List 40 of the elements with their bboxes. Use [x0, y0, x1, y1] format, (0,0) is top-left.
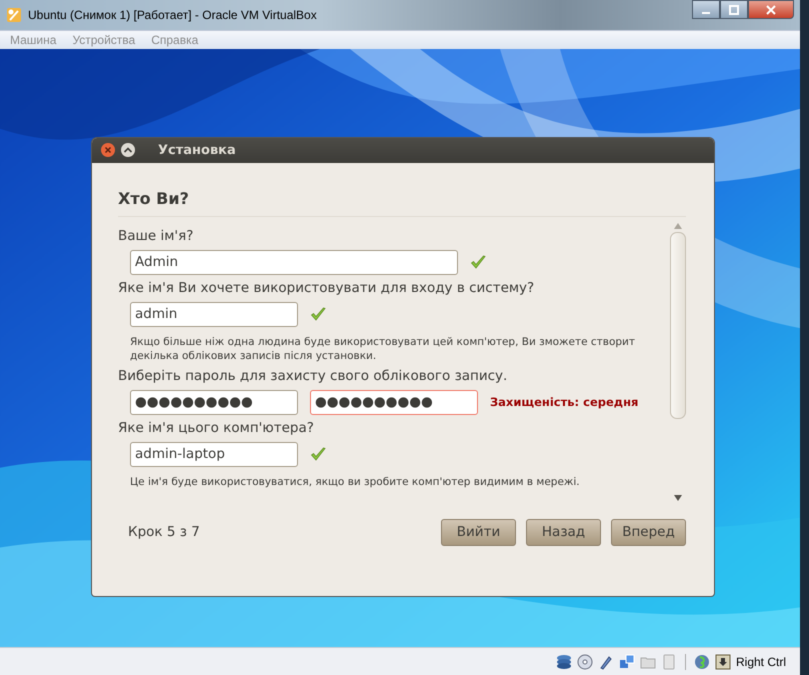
close-icon — [766, 4, 776, 14]
maximize-icon — [729, 4, 739, 14]
hint-text: Це ім'я буде використовуватися, якщо ви зробите комп'ютер видимим в мережі. — [129, 474, 581, 489]
dialog-button[interactable]: Вийти — [441, 518, 516, 546]
network-icon[interactable] — [618, 654, 635, 670]
field-label: Яке ім'я цього комп'ютера? — [118, 420, 315, 436]
mouse-integration-icon[interactable] — [694, 654, 710, 670]
scrollbar-thumb[interactable] — [670, 232, 686, 419]
field-label: Виберіть пароль для захисту свого облікового запису. — [118, 368, 508, 384]
text-field[interactable]: admin-laptop — [130, 442, 298, 467]
keyboard-capture-icon[interactable] — [714, 654, 731, 670]
window-title: Ubuntu (Снимок 1) [Работает] - Oracle VM VirtualBox — [28, 8, 318, 22]
menu-item[interactable]: Устройства — [72, 32, 136, 47]
usb-icon[interactable] — [598, 654, 614, 670]
dialog-button[interactable]: Назад — [526, 518, 601, 546]
field-label: Яке ім'я Ви хочете використовувати для входу в систему? — [118, 280, 536, 296]
password-field[interactable]: ●●●●●●●●●● — [130, 390, 298, 415]
scroll-down-icon[interactable] — [674, 494, 682, 501]
dialog-title: Установка — [158, 142, 236, 158]
password-field[interactable]: ●●●●●●●●●● — [310, 390, 478, 415]
menu-item[interactable]: Справка — [151, 32, 198, 47]
hard-disk-icon[interactable] — [556, 654, 572, 670]
maximize-button[interactable] — [720, 0, 748, 19]
minimize-icon — [702, 12, 710, 14]
menu-item[interactable]: Машина — [10, 32, 56, 47]
cd-icon[interactable] — [576, 654, 593, 670]
app-icon — [6, 6, 22, 23]
strength-label: Захищеність: середня — [490, 395, 638, 410]
dialog-button[interactable]: Вперед — [611, 518, 686, 546]
hint-text: Якщо більше ніж одна людина буде використовувати цей комп'ютер, Ви зможете створит декілька облікових записів після установки. — [129, 334, 636, 363]
minimize-button[interactable] — [692, 0, 720, 19]
step-indicator: Крок 5 з 7 — [128, 524, 200, 540]
close-button[interactable] — [748, 0, 794, 19]
host-key-label: Right Ctrl — [736, 654, 786, 669]
text-field[interactable]: Admin — [130, 250, 458, 275]
field-label: Ваше ім'я? — [118, 228, 194, 244]
close-icon[interactable] — [100, 142, 116, 158]
page-heading: Хто Ви? — [118, 162, 686, 217]
maximize-icon[interactable] — [120, 142, 136, 158]
text-field[interactable]: admin — [130, 302, 298, 327]
